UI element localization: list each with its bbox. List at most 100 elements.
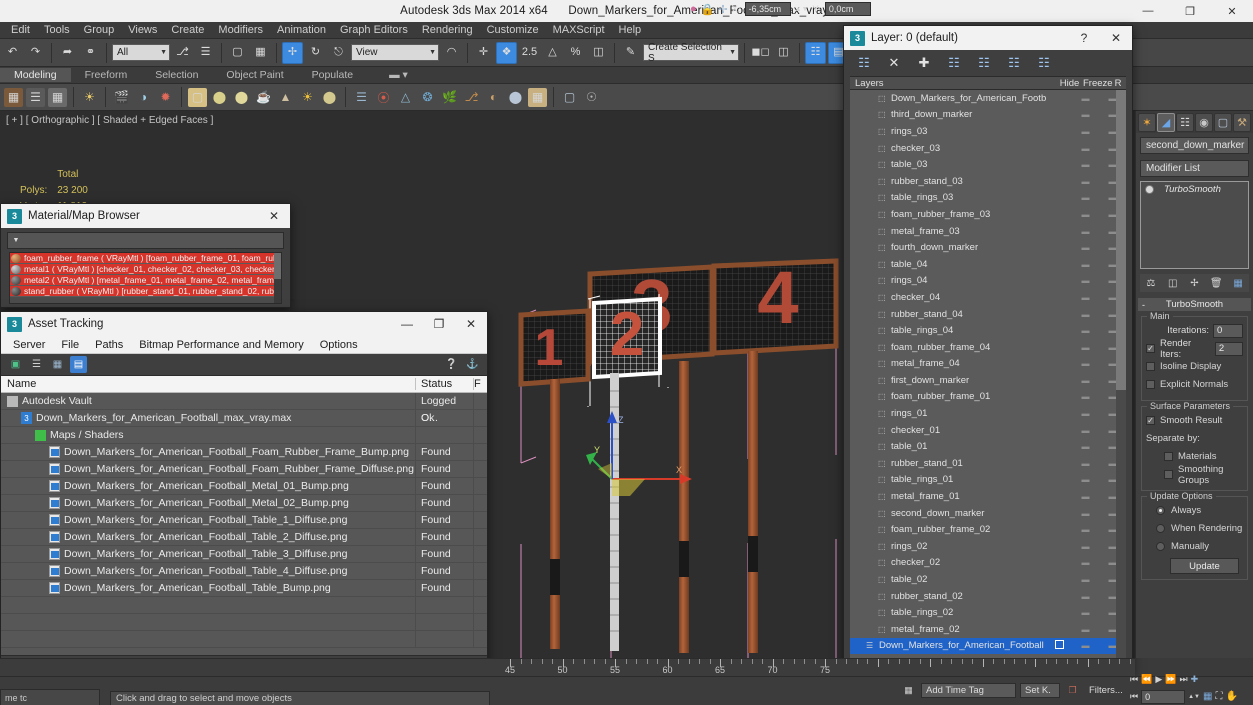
smooth-result-checkbox[interactable]: ✓ (1146, 416, 1155, 425)
layer-row[interactable]: ⬚ checker_01 ▬ ▬ (850, 422, 1126, 439)
tab-selection[interactable]: Selection (141, 68, 212, 82)
layer-hide-toggle[interactable]: ▬ (1072, 177, 1099, 186)
next-frame-icon[interactable]: ⏩ (1165, 674, 1176, 685)
layer-row[interactable]: ⬚ table_02 ▬ ▬ (850, 571, 1126, 588)
select-objects-in-layer-icon[interactable]: ☷ (944, 53, 964, 73)
redo-icon[interactable]: ↷ (25, 42, 46, 64)
layer-row[interactable]: ⬚ rubber_stand_03 ▬ ▬ (850, 173, 1126, 190)
modifier-list-dropdown[interactable]: Modifier List (1140, 160, 1249, 177)
set-key-button[interactable]: Set K. (1020, 683, 1060, 698)
delete-layer-icon[interactable]: ✕ (884, 53, 904, 73)
reference-coordinate-dropdown[interactable]: View ▼ (351, 44, 439, 61)
time-ruler[interactable]: 45 50 55 60 65 70 75 (490, 659, 1135, 677)
layer-hide-toggle[interactable]: ▬ (1072, 110, 1099, 119)
go-to-start-icon[interactable]: ⏮ (1130, 674, 1138, 685)
menu-item-graph-editors[interactable]: Graph Editors (333, 23, 415, 37)
asset-menu-file[interactable]: File (53, 339, 87, 351)
set-current-layer-icon[interactable]: ☷ (1034, 53, 1054, 73)
layer-row[interactable]: ⬚ second_down_marker ▬ ▬ (850, 505, 1126, 522)
layer-hide-toggle[interactable]: ▬ (1072, 625, 1099, 634)
tab-object-paint[interactable]: Object Paint (212, 68, 297, 82)
explicit-normals-checkbox[interactable] (1146, 380, 1155, 389)
layer-row[interactable]: ⬚ fourth_down_marker ▬ ▬ (850, 239, 1126, 256)
menu-item-group[interactable]: Group (77, 23, 122, 37)
maxscript-mini-listener[interactable]: me tc (0, 689, 100, 705)
menu-item-edit[interactable]: Edit (4, 23, 37, 37)
asset-minimize-button[interactable]: — (391, 312, 423, 336)
render-iters-spinner[interactable]: 2 (1214, 341, 1243, 356)
frame-spinner-icon[interactable]: ▲▼ (1188, 694, 1200, 700)
layer-column-hide[interactable]: Hide (1056, 78, 1083, 89)
cone-primitive-icon[interactable]: ▲ (276, 88, 295, 107)
rect-selection-region-icon[interactable]: ▢ (227, 42, 248, 64)
material-list-item[interactable]: stand_rubber ( VRayMtl ) [rubber_stand_0… (10, 286, 281, 297)
material-list-item[interactable]: foam_rubber_frame ( VRayMtl ) [foam_rubb… (10, 253, 281, 264)
pin-icon[interactable]: ⚓ (464, 356, 481, 373)
table-row[interactable] (1, 596, 487, 614)
current-frame-field[interactable]: 0 (1141, 689, 1186, 704)
add-selection-icon[interactable]: ✚ (914, 53, 934, 73)
layer-current-checkbox[interactable] (1046, 639, 1072, 652)
smoothing-groups-checkbox[interactable] (1164, 470, 1173, 479)
ribbon-minimize-icon[interactable]: ▬ ▾ (367, 68, 422, 82)
layer-row[interactable]: ⬚ table_rings_03 ▬ ▬ (850, 190, 1126, 207)
layer-hide-toggle[interactable]: ▬ (1072, 442, 1099, 451)
layer-table-body[interactable]: ⬚ Down_Markers_for_American_Football ▬ ▬ ⬚ th… (850, 90, 1126, 665)
layer-hide-toggle[interactable]: ▬ (1072, 509, 1099, 518)
tab-populate[interactable]: Populate (298, 68, 367, 82)
asset-tracking-window[interactable]: 3 Asset Tracking — ❐ ✕ Server File Paths… (0, 311, 488, 666)
teapot-primitive-icon[interactable]: ☕ (254, 88, 273, 107)
lock-icon[interactable]: 🔒 (701, 3, 715, 16)
table-row[interactable]: Down_Markers_for_American_Football_Table… (1, 562, 487, 580)
layer-hide-toggle[interactable]: ▬ (1072, 210, 1099, 219)
select-by-name-icon[interactable]: ☰ (195, 42, 216, 64)
hair-and-fur-icon[interactable]: ☰ (352, 88, 371, 107)
table-row[interactable]: Autodesk Vault Logged O... (1, 393, 487, 424)
scene-icon[interactable]: ▦ (48, 87, 67, 107)
hair-farm-icon[interactable]: ⎇ (462, 88, 481, 107)
material-map-browser-window[interactable]: 3 Material/Map Browser ✕ ▼ foam_rubber_f… (0, 203, 291, 308)
layer-hide-toggle[interactable]: ▬ (1072, 475, 1099, 484)
asset-close-button[interactable]: ✕ (455, 312, 487, 336)
rollup-collapse-icon[interactable]: - (1142, 300, 1145, 310)
layer-hide-toggle[interactable]: ▬ (1072, 326, 1099, 335)
layer-hide-toggle[interactable]: ▬ (1072, 160, 1099, 169)
layer-row[interactable]: ⬚ checker_03 ▬ ▬ (850, 140, 1126, 157)
layer-hide-toggle[interactable]: ▬ (1072, 492, 1099, 501)
cylinder-primitive-icon[interactable]: ⬤ (232, 88, 251, 107)
menu-item-views[interactable]: Views (121, 23, 164, 37)
maximize-button[interactable]: ❐ (1169, 0, 1211, 22)
layer-hide-toggle[interactable]: ▬ (1072, 608, 1099, 617)
table-row[interactable]: Down_Markers_for_American_Football_Foam_… (1, 460, 487, 478)
chevron-down-icon[interactable]: ▼ (8, 237, 24, 244)
menu-item-help[interactable]: Help (612, 23, 649, 37)
layer-hide-toggle[interactable]: ▬ (1072, 392, 1099, 401)
material-list[interactable]: foam_rubber_frame ( VRayMtl ) [foam_rubb… (9, 252, 282, 304)
render-iters-checkbox[interactable]: ✓ (1146, 344, 1155, 353)
menu-item-animation[interactable]: Animation (270, 23, 333, 37)
column-header-extra[interactable]: F (473, 378, 487, 390)
layer-hide-toggle[interactable]: ▬ (1072, 542, 1099, 551)
tab-utilities[interactable]: ⚒ (1233, 112, 1251, 132)
isoline-display-checkbox[interactable] (1146, 362, 1155, 371)
layer-row[interactable]: ⬚ table_04 ▬ ▬ (850, 256, 1126, 273)
layer-hide-toggle[interactable]: ▬ (1072, 575, 1099, 584)
layer-hide-toggle[interactable]: ▬ (1072, 641, 1099, 650)
tab-modify[interactable]: ◢ (1157, 112, 1175, 132)
table-row[interactable]: Down_Markers_for_American_Football_Table… (1, 511, 487, 529)
layer-row[interactable]: ☰ Down_Markers_for_American_Football ▬ ▬ (850, 637, 1126, 655)
layer-row[interactable]: ⬚ foam_rubber_frame_03 ▬ ▬ (850, 206, 1126, 223)
table-row[interactable]: 3 Down_Markers_for_American_Football_max_… (1, 409, 487, 427)
select-object-icon[interactable]: ⎇ (172, 42, 193, 64)
layer-column-render[interactable]: R (1110, 78, 1126, 89)
torus-primitive-icon[interactable]: ⬤ (320, 88, 339, 107)
menu-item-modifiers[interactable]: Modifiers (211, 23, 270, 37)
asset-menu-bitmap-performance[interactable]: Bitmap Performance and Memory (131, 339, 311, 351)
layer-close-button[interactable]: ✕ (1100, 26, 1132, 50)
select-and-manipulate-icon[interactable]: ✛ (473, 42, 494, 64)
layer-hide-toggle[interactable]: ▬ (1072, 426, 1099, 435)
layer-hide-toggle[interactable]: ▬ (1072, 459, 1099, 468)
particles-icon[interactable]: ✹ (156, 88, 175, 107)
layer-help-button[interactable]: ? (1068, 26, 1100, 50)
go-to-end-icon[interactable]: ⏭ (1179, 674, 1187, 685)
